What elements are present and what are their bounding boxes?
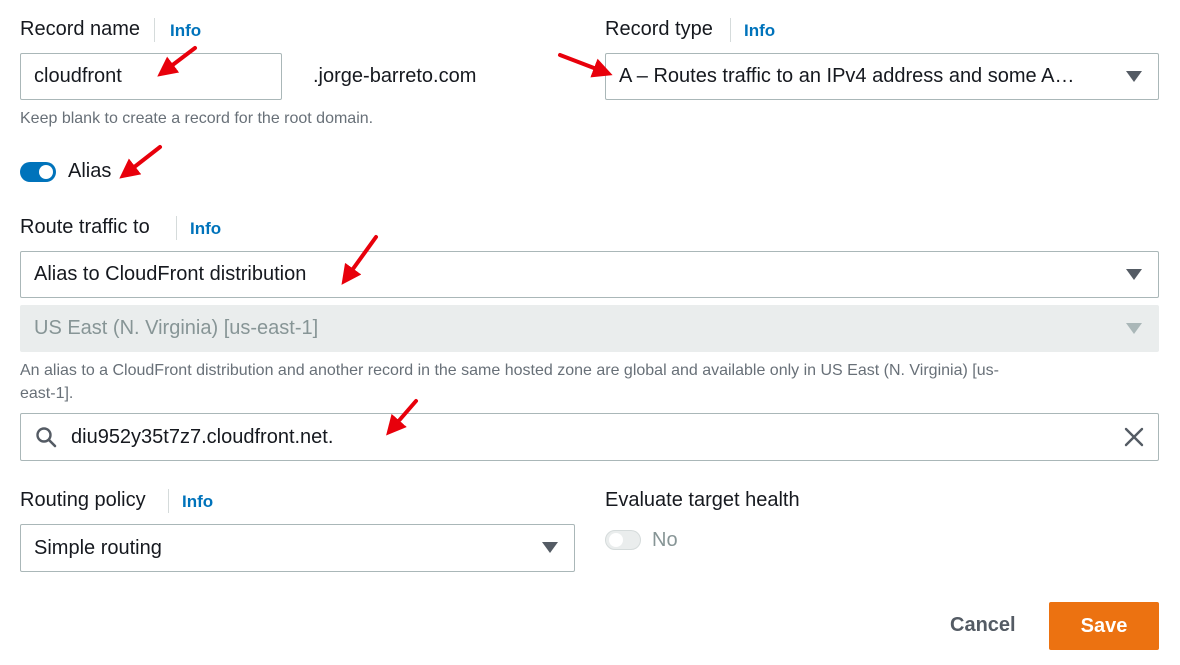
separator (154, 18, 155, 42)
route-target-select[interactable]: Alias to CloudFront distribution (20, 251, 1159, 298)
record-name-info-link[interactable]: Info (170, 21, 201, 41)
region-select: US East (N. Virginia) [us-east-1] (20, 305, 1159, 352)
chevron-down-icon (1126, 268, 1142, 280)
routing-policy-info-link[interactable]: Info (182, 492, 213, 512)
route-traffic-help-line1: An alias to a CloudFront distribution an… (20, 362, 999, 379)
alias-toggle[interactable] (20, 162, 56, 182)
route-traffic-info-link[interactable]: Info (190, 219, 221, 239)
evaluate-health-toggle (605, 530, 641, 550)
record-name-help: Keep blank to create a record for the ro… (20, 110, 374, 127)
chevron-down-icon (1126, 322, 1142, 334)
route-traffic-help-line2: east-1]. (20, 385, 74, 402)
cancel-button[interactable]: Cancel (950, 614, 1016, 637)
evaluate-health-value: No (652, 529, 678, 551)
alias-label: Alias (68, 160, 112, 182)
record-type-info-link[interactable]: Info (744, 21, 775, 41)
route-target-value: Alias to CloudFront distribution (34, 263, 307, 285)
record-type-select[interactable]: A – Routes traffic to an IPv4 address an… (605, 53, 1159, 100)
separator (730, 18, 731, 42)
chevron-down-icon (542, 542, 558, 553)
routing-policy-label: Routing policy (20, 489, 146, 511)
record-name-label: Record name (20, 18, 141, 40)
record-name-input[interactable]: cloudfront (20, 53, 282, 100)
arrow-record-type (558, 53, 613, 78)
arrow-alias (119, 145, 162, 179)
toggle-knob (39, 165, 53, 179)
separator (176, 216, 177, 240)
distribution-value: diu952y35t7z7.cloudfront.net. (71, 425, 334, 448)
chevron-down-icon (1126, 70, 1142, 82)
close-icon[interactable] (1123, 426, 1145, 448)
search-icon (36, 427, 57, 448)
routing-policy-value: Simple routing (34, 536, 162, 559)
route-traffic-label: Route traffic to (20, 216, 150, 238)
routing-policy-select[interactable]: Simple routing (20, 524, 575, 572)
evaluate-health-label: Evaluate target health (605, 489, 800, 511)
separator (168, 489, 169, 513)
route-traffic-help: An alias to a CloudFront distribution an… (20, 359, 1159, 405)
save-button[interactable]: Save (1049, 602, 1159, 650)
record-name-value: cloudfront (34, 65, 122, 87)
domain-suffix: .jorge-barreto.com (313, 65, 477, 87)
region-value: US East (N. Virginia) [us-east-1] (34, 317, 319, 339)
record-type-label: Record type (605, 18, 713, 40)
record-type-value: A – Routes traffic to an IPv4 address an… (619, 65, 1075, 87)
distribution-search-input[interactable]: diu952y35t7z7.cloudfront.net. (20, 413, 1159, 461)
toggle-knob (609, 533, 623, 547)
